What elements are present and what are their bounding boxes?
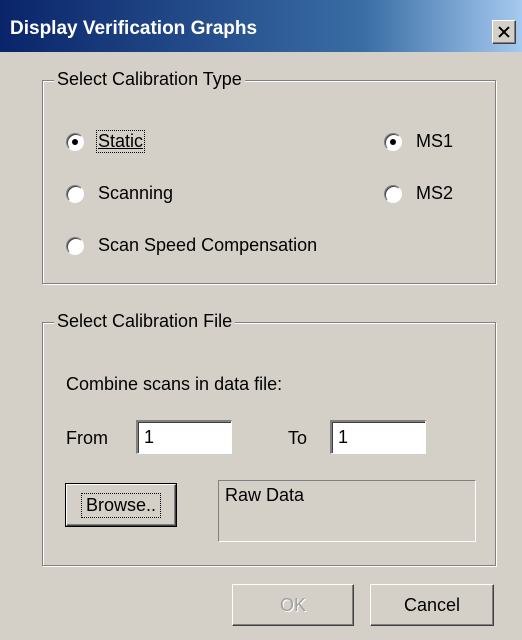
radio-scanning-button[interactable]: [66, 184, 84, 203]
to-field[interactable]: [330, 420, 426, 454]
radio-ms1-button[interactable]: [384, 132, 402, 151]
file-display-box: Raw Data: [218, 480, 476, 542]
from-field[interactable]: [136, 420, 232, 454]
combine-scans-label: Combine scans in data file:: [66, 374, 283, 394]
window-title: Display Verification Graphs: [10, 18, 258, 39]
ok-button-label: OK: [279, 594, 306, 615]
radio-ms1-label: MS1: [416, 131, 454, 151]
radio-static-label: Static: [96, 130, 146, 153]
radio-scan-speed-compensation[interactable]: Scan Speed Compensation: [66, 234, 319, 257]
radio-ms2-label: MS2: [416, 183, 454, 203]
radio-scanning[interactable]: Scanning: [66, 182, 175, 205]
radio-static[interactable]: Static: [66, 130, 146, 153]
browse-button[interactable]: Browse..: [65, 483, 177, 527]
browse-button-label: Browse..: [80, 492, 162, 518]
title-bar[interactable]: Display Verification Graphs: [0, 0, 522, 52]
cancel-button-label: Cancel: [403, 594, 461, 615]
cancel-button[interactable]: Cancel: [370, 584, 494, 626]
radio-scan-speed-button[interactable]: [66, 236, 84, 255]
radio-scanning-label: Scanning: [98, 183, 174, 203]
radio-ms2-button[interactable]: [384, 184, 402, 203]
to-label: To: [288, 428, 308, 448]
radio-ms1[interactable]: MS1: [384, 130, 455, 153]
close-button[interactable]: [492, 20, 516, 44]
radio-static-button[interactable]: [66, 132, 84, 151]
calibration-file-legend: Select Calibration File: [54, 311, 236, 332]
radio-ms2[interactable]: MS2: [384, 182, 455, 205]
ok-button[interactable]: OK: [232, 584, 354, 626]
from-label: From: [66, 428, 108, 448]
radio-scan-speed-label: Scan Speed Compensation: [98, 235, 318, 255]
calibration-type-legend: Select Calibration Type: [54, 69, 245, 90]
file-display-text: Raw Data: [225, 485, 305, 505]
